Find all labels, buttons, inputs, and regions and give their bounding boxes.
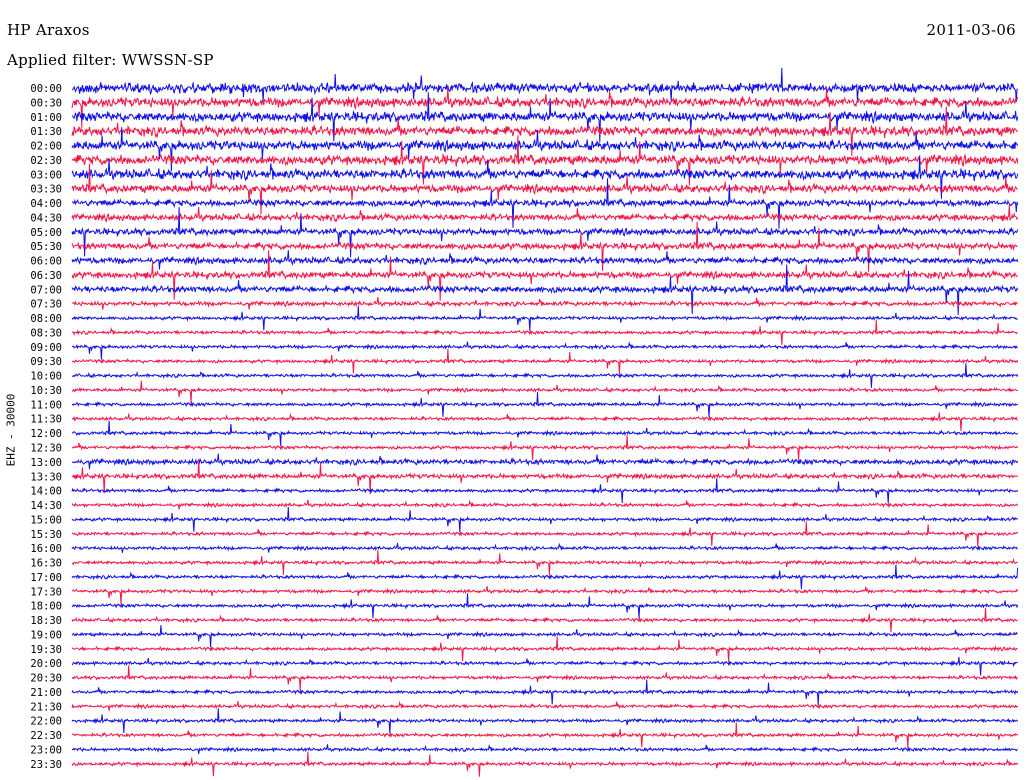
time-label: 23:00 xyxy=(30,744,62,756)
time-label: 12:30 xyxy=(30,443,62,455)
time-label: 03:30 xyxy=(30,184,62,196)
trace-line xyxy=(71,593,1019,619)
trace-line xyxy=(71,420,1019,446)
trace-line xyxy=(71,499,1019,510)
time-label: 00:00 xyxy=(30,83,62,95)
trace-line xyxy=(71,564,1019,590)
trace-line xyxy=(71,412,1019,432)
time-label: 00:30 xyxy=(30,97,62,109)
time-label: 07:00 xyxy=(30,284,62,296)
helicorder-plot: 00:00 00:30 01:00 01:30 02:00 02:30 03:00 03:30… xyxy=(30,67,1019,777)
time-label: 15:30 xyxy=(30,529,62,541)
time-label: 01:00 xyxy=(30,112,62,124)
time-label: 10:30 xyxy=(30,385,62,397)
time-label: 23:30 xyxy=(30,759,62,771)
trace-line xyxy=(71,86,1019,129)
time-label: 12:00 xyxy=(30,428,62,440)
time-label: 06:00 xyxy=(30,256,62,268)
time-label: 08:30 xyxy=(30,327,62,339)
time-label: 04:00 xyxy=(30,198,62,210)
trace-line xyxy=(71,550,1018,576)
time-label: 20:30 xyxy=(30,673,62,685)
time-label: 04:30 xyxy=(30,212,62,224)
trace-line xyxy=(71,453,1019,470)
time-label: 18:00 xyxy=(30,601,62,613)
time-label: 09:30 xyxy=(30,356,62,368)
time-label: 06:30 xyxy=(30,270,62,282)
time-label: 02:00 xyxy=(30,141,62,153)
time-label: 22:30 xyxy=(30,730,62,742)
trace-line xyxy=(71,207,1019,258)
trace-line xyxy=(71,163,1018,215)
trace-line xyxy=(71,363,1019,388)
trace-line xyxy=(71,478,1019,504)
time-label: 14:30 xyxy=(30,500,62,512)
trace-line xyxy=(71,656,1018,676)
trace-line xyxy=(71,586,1019,605)
trace-line xyxy=(71,204,1019,223)
trace-line xyxy=(71,625,1018,648)
time-label-group: 00:00 00:30 01:00 01:30 02:00 02:30 03:00 03:30… xyxy=(30,83,62,771)
time-label: 19:30 xyxy=(30,644,62,656)
trace-line xyxy=(71,700,1019,711)
time-label: 18:30 xyxy=(30,615,62,627)
time-label: 09:00 xyxy=(30,342,62,354)
trace-line xyxy=(71,250,1019,270)
trace-line xyxy=(71,665,1019,691)
time-label: 11:30 xyxy=(30,414,62,426)
trace-line xyxy=(71,722,1019,748)
trace-line xyxy=(71,636,1018,662)
time-label: 21:00 xyxy=(30,687,62,699)
trace-line xyxy=(71,341,1018,360)
trace-line xyxy=(71,392,1019,418)
trace-line xyxy=(71,221,1018,272)
time-label: 13:30 xyxy=(30,471,62,483)
time-label: 05:30 xyxy=(30,241,62,253)
time-label: 13:00 xyxy=(30,457,62,469)
time-label: 08:00 xyxy=(30,313,62,325)
trace-line xyxy=(71,507,1019,533)
trace-line xyxy=(71,435,1019,461)
trace-line xyxy=(71,296,1018,310)
time-label: 05:00 xyxy=(30,227,62,239)
trace-line xyxy=(71,320,1018,345)
trace-line xyxy=(71,743,1019,755)
time-label: 20:00 xyxy=(30,658,62,670)
time-label: 14:00 xyxy=(30,486,62,498)
trace-line xyxy=(71,679,1019,705)
time-label: 21:30 xyxy=(30,701,62,713)
trace-group xyxy=(71,67,1019,777)
trace-line xyxy=(71,751,1019,777)
trace-line xyxy=(71,607,1018,633)
time-label: 07:30 xyxy=(30,299,62,311)
trace-line xyxy=(71,521,1019,547)
time-label: 02:30 xyxy=(30,155,62,167)
time-label: 10:00 xyxy=(30,371,62,383)
time-label: 17:30 xyxy=(30,586,62,598)
trace-line xyxy=(71,67,1018,103)
time-label: 16:00 xyxy=(30,543,62,555)
time-label: 16:30 xyxy=(30,558,62,570)
trace-line xyxy=(71,380,1019,403)
time-label: 22:00 xyxy=(30,716,62,728)
trace-line xyxy=(71,348,1019,375)
time-label: 03:00 xyxy=(30,169,62,181)
trace-line xyxy=(71,542,1018,553)
time-label: 01:30 xyxy=(30,126,62,138)
time-label: 15:00 xyxy=(30,514,62,526)
trace-line xyxy=(71,92,1019,143)
trace-line xyxy=(71,708,1019,734)
time-label: 11:00 xyxy=(30,399,62,411)
time-label: 19:00 xyxy=(30,629,62,641)
time-label: 17:00 xyxy=(30,572,62,584)
